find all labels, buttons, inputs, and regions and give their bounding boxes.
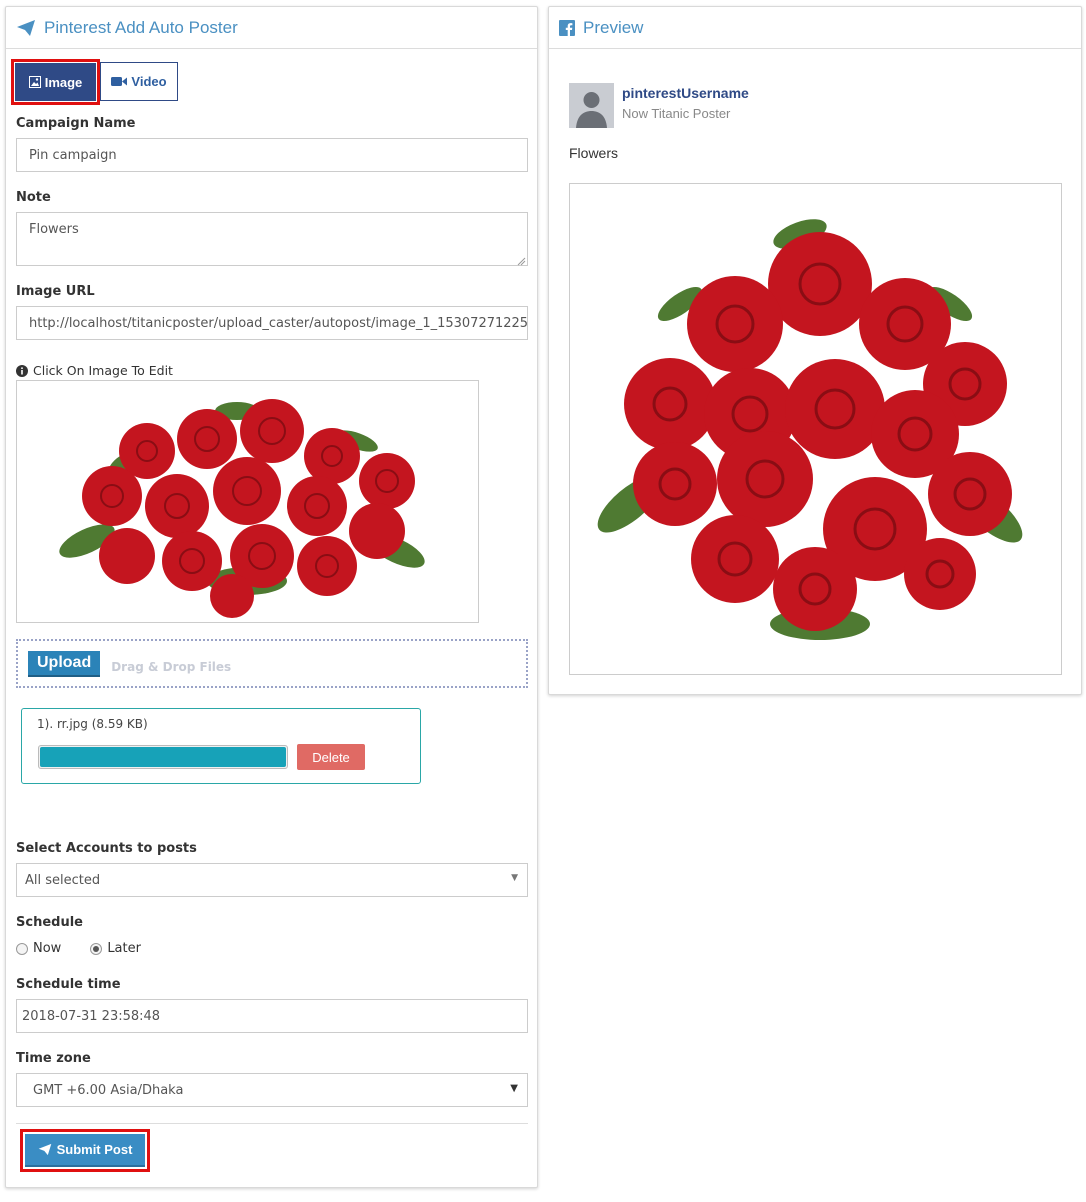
roses-bouquet-image (59, 399, 425, 618)
submit-post-button[interactable]: Submit Post (25, 1134, 145, 1167)
image-url-input[interactable]: http://localhost/titanicposter/upload_ca… (16, 306, 528, 340)
avatar (569, 83, 614, 128)
timezone-label: Time zone (16, 1051, 91, 1066)
schedule-label: Schedule (16, 915, 83, 930)
accounts-select[interactable]: All selected ▼ (16, 863, 528, 897)
note-value: Flowers (29, 222, 79, 237)
preview-subtitle: Now Titanic Poster (622, 106, 731, 121)
drag-drop-text: Drag & Drop Files (111, 659, 232, 674)
preview-note: Flowers (569, 145, 619, 161)
tab-video-label: Video (131, 74, 167, 89)
editable-image[interactable] (16, 380, 479, 623)
accounts-label: Select Accounts to posts (16, 841, 197, 856)
preview-header: Preview (549, 7, 1081, 49)
resize-grip-icon[interactable] (517, 255, 526, 266)
tab-image[interactable]: Image (15, 63, 96, 101)
timezone-select[interactable]: GMT +6.00 Asia/Dhaka ▼ (16, 1073, 528, 1107)
radio-later[interactable] (90, 942, 103, 955)
radio-selected-dot (93, 945, 100, 952)
campaign-name-value: Pin campaign (29, 147, 117, 163)
preview-title: Preview (583, 17, 644, 37)
radio-now[interactable] (16, 942, 28, 955)
preview-panel: Preview pinterestUsername Now Titanic Po… (548, 6, 1082, 695)
campaign-name-label: Campaign Name (16, 116, 136, 131)
facebook-icon (559, 19, 575, 36)
schedule-time-input[interactable]: 2018-07-31 23:58:48 (16, 999, 528, 1033)
submit-highlight: Submit Post (20, 1129, 150, 1172)
image-url-label: Image URL (16, 284, 95, 299)
dropzone[interactable]: Upload Drag & Drop Files (16, 639, 528, 688)
upload-progress-fill (40, 747, 286, 767)
tab-image-highlight: Image (11, 59, 100, 105)
submit-post-label: Submit Post (56, 1142, 133, 1157)
radio-now-label: Now (33, 941, 62, 956)
accounts-value: All selected (25, 872, 101, 888)
edit-hint-text: Click On Image To Edit (33, 363, 173, 378)
tab-video[interactable]: Video (100, 62, 178, 101)
campaign-name-input[interactable]: Pin campaign (16, 138, 528, 172)
note-label: Note (16, 190, 51, 205)
delete-file-button[interactable]: Delete (297, 744, 365, 770)
info-circle-icon (16, 364, 28, 377)
form-divider (16, 1123, 528, 1124)
schedule-radio-group: Now Later (16, 941, 141, 956)
radio-later-label: Later (107, 941, 141, 956)
upload-progress-bar (38, 745, 288, 769)
media-tabs: Image Video (11, 59, 178, 105)
panel-header: Pinterest Add Auto Poster (6, 7, 537, 49)
timezone-value: GMT +6.00 Asia/Dhaka (33, 1082, 184, 1098)
caret-down-icon: ▼ (511, 873, 518, 883)
schedule-time-value: 2018-07-31 23:58:48 (22, 1008, 161, 1024)
paper-plane-icon (16, 19, 36, 37)
note-textarea[interactable]: Flowers (16, 212, 528, 266)
preview-image (569, 183, 1062, 675)
file-name: 1). rr.jpg (8.59 KB) (37, 717, 148, 731)
panel-title: Pinterest Add Auto Poster (44, 17, 238, 37)
image-url-value: http://localhost/titanicposter/upload_ca… (29, 315, 528, 331)
caret-down-icon: ▼ (510, 1083, 518, 1094)
roses-bouquet-preview (597, 219, 1023, 640)
paper-plane-icon (38, 1143, 52, 1156)
video-camera-icon (111, 76, 128, 87)
schedule-time-label: Schedule time (16, 977, 121, 992)
tab-image-label: Image (44, 74, 83, 90)
upload-button[interactable]: Upload (28, 650, 101, 677)
preview-username[interactable]: pinterestUsername (622, 85, 749, 101)
auto-poster-panel: Pinterest Add Auto Poster Image Video Ca… (5, 6, 538, 1188)
uploaded-file-item: 1). rr.jpg (8.59 KB) Delete (21, 708, 421, 784)
image-icon (28, 76, 41, 88)
user-avatar-icon (569, 83, 614, 128)
edit-hint: Click On Image To Edit (16, 363, 173, 378)
